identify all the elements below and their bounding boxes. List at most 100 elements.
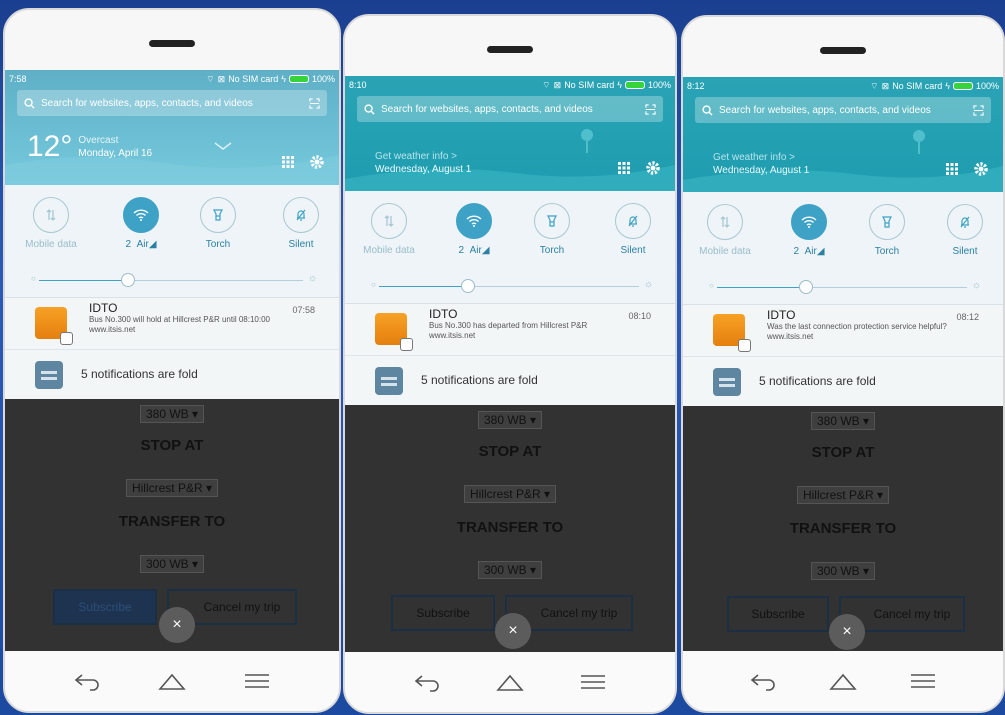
sim-number: 2 [793, 246, 800, 257]
folded-notifications[interactable]: 5 notifications are fold [5, 349, 339, 399]
status-bar: 8:12 ⌔ ⊠ No SIM card ϟ 100% [687, 79, 999, 93]
weather-link[interactable]: Get weather info > [713, 151, 809, 164]
close-overlay-button[interactable]: × [829, 614, 865, 650]
toggle-torch[interactable]: Torch [522, 203, 582, 256]
app-icon [713, 314, 751, 352]
toggle-silent[interactable]: Silent [271, 197, 331, 250]
app-content: 380 WB ▾ STOP AT Hillcrest P&R ▾ TRANSFE… [5, 399, 339, 651]
brightness-knob[interactable] [461, 279, 475, 293]
notification-card[interactable]: IDTO Bus No.300 will hold at Hillcrest P… [5, 297, 339, 349]
brightness-high-icon: ☼ [643, 279, 653, 290]
stop-select[interactable]: Hillcrest P&R ▾ [463, 485, 557, 503]
toggle-torch[interactable]: Torch [857, 204, 917, 257]
weather-widget[interactable]: 12° Overcast Monday, April 16 [27, 132, 152, 162]
toggle-wifi[interactable]: 2 Air◢ [779, 204, 839, 257]
search-bar[interactable]: Search for websites, apps, contacts, and… [695, 97, 991, 123]
folded-notifications[interactable]: 5 notifications are fold [345, 355, 675, 405]
phone-screen-3: 8:12 ⌔ ⊠ No SIM card ϟ 100% Search for w… [681, 15, 1005, 713]
close-overlay-button[interactable]: × [159, 607, 195, 643]
charging-icon: ϟ [281, 74, 286, 84]
toggle-torch[interactable]: Torch [188, 197, 248, 250]
folded-notifications[interactable]: 5 notifications are fold [683, 356, 1003, 406]
home-icon[interactable] [157, 671, 187, 691]
toggle-label: Silent [620, 245, 646, 256]
menu-icon[interactable] [908, 671, 938, 691]
search-icon [364, 103, 375, 115]
notification-title: IDTO [89, 301, 118, 315]
search-bar[interactable]: Search for websites, apps, contacts, and… [357, 96, 663, 122]
gear-icon[interactable] [973, 161, 989, 177]
scan-icon[interactable] [309, 97, 320, 109]
grid-icon[interactable] [617, 161, 631, 175]
toggle-label: Silent [952, 246, 978, 257]
brightness-slider[interactable]: ○ ☼ [709, 280, 981, 294]
subscribe-button[interactable]: Subscribe [53, 589, 157, 625]
brightness-slider[interactable]: ○ ☼ [31, 273, 317, 287]
wifi-icon: ⌔ [206, 73, 215, 84]
subscribe-button[interactable]: Subscribe [391, 595, 495, 631]
stop-select[interactable]: Hillcrest P&R ▾ [125, 479, 219, 497]
home-icon[interactable] [495, 672, 525, 692]
battery-percent: 100% [311, 74, 335, 84]
signal-icon: ◢ [481, 245, 490, 256]
toggle-mobile-data[interactable]: Mobile data [695, 204, 755, 257]
notification-time: 08:12 [956, 312, 979, 322]
search-placeholder: Search for websites, apps, contacts, and… [719, 104, 931, 116]
brightness-knob[interactable] [799, 280, 813, 294]
toggle-label: Torch [205, 239, 231, 250]
status-bar: 7:58 ⌔ ⊠ No SIM card ϟ 100% [9, 72, 335, 86]
menu-icon[interactable] [578, 672, 608, 692]
back-icon[interactable] [72, 671, 102, 691]
signal-icon: ◢ [148, 239, 157, 250]
sim-number: 2 [125, 239, 132, 250]
app-content: 380 WB ▾ STOP AT Hillcrest P&R ▾ TRANSFE… [345, 405, 675, 652]
weather-widget[interactable]: Get weather info > Wednesday, August 1 [375, 150, 471, 176]
back-icon[interactable] [412, 672, 442, 692]
toggle-silent[interactable]: Silent [603, 203, 663, 256]
charging-icon: ϟ [617, 80, 622, 90]
notification-card[interactable]: IDTO Was the last connection protection … [683, 304, 1003, 356]
toggle-label: Torch [539, 245, 565, 256]
weather-link[interactable]: Get weather info > [375, 150, 471, 163]
route-select[interactable]: 380 WB ▾ [810, 412, 876, 430]
menu-icon[interactable] [242, 671, 272, 691]
toggle-label: Air [136, 239, 149, 250]
notification-shade-header: 7:58 ⌔ ⊠ No SIM card ϟ 100% Search for w… [5, 70, 339, 185]
home-icon[interactable] [828, 671, 858, 691]
wifi-icon: ⌔ [542, 79, 551, 90]
transfer-select[interactable]: 300 WB ▾ [139, 555, 205, 573]
toggle-wifi[interactable]: 2 Air◢ [111, 197, 171, 250]
notification-time: 08:10 [628, 311, 651, 321]
brightness-knob[interactable] [121, 273, 135, 287]
sim-status: No SIM card [892, 81, 943, 91]
stop-select[interactable]: Hillcrest P&R ▾ [796, 486, 890, 504]
search-bar[interactable]: Search for websites, apps, contacts, and… [17, 90, 327, 116]
grid-icon[interactable] [945, 162, 959, 176]
back-icon[interactable] [748, 671, 778, 691]
gear-icon[interactable] [309, 154, 325, 170]
nav-bar [345, 652, 675, 712]
weather-temperature: 12° [27, 130, 73, 163]
notification-card[interactable]: IDTO Bus No.300 has departed from Hillcr… [345, 303, 675, 355]
route-select[interactable]: 380 WB ▾ [477, 411, 543, 429]
toggle-mobile-data[interactable]: Mobile data [21, 197, 81, 250]
transfer-select[interactable]: 300 WB ▾ [477, 561, 543, 579]
nav-bar [683, 651, 1003, 711]
toggle-wifi[interactable]: 2 Air◢ [444, 203, 504, 256]
folded-notifications-icon [713, 368, 741, 396]
weather-widget[interactable]: Get weather info > Wednesday, August 1 [713, 151, 809, 177]
battery-icon [624, 81, 645, 89]
route-select[interactable]: 380 WB ▾ [139, 405, 205, 423]
toggle-mobile-data[interactable]: Mobile data [359, 203, 419, 256]
torch-icon [547, 215, 557, 227]
subscribe-button[interactable]: Subscribe [727, 596, 829, 632]
scan-icon[interactable] [973, 104, 984, 116]
transfer-select[interactable]: 300 WB ▾ [810, 562, 876, 580]
scan-icon[interactable] [645, 103, 656, 115]
notification-body: Bus No.300 will hold at Hillcrest P&R un… [89, 315, 270, 324]
close-overlay-button[interactable]: × [495, 613, 531, 649]
toggle-silent[interactable]: Silent [935, 204, 995, 257]
brightness-slider[interactable]: ○ ☼ [371, 279, 653, 293]
gear-icon[interactable] [645, 160, 661, 176]
grid-icon[interactable] [281, 155, 295, 169]
